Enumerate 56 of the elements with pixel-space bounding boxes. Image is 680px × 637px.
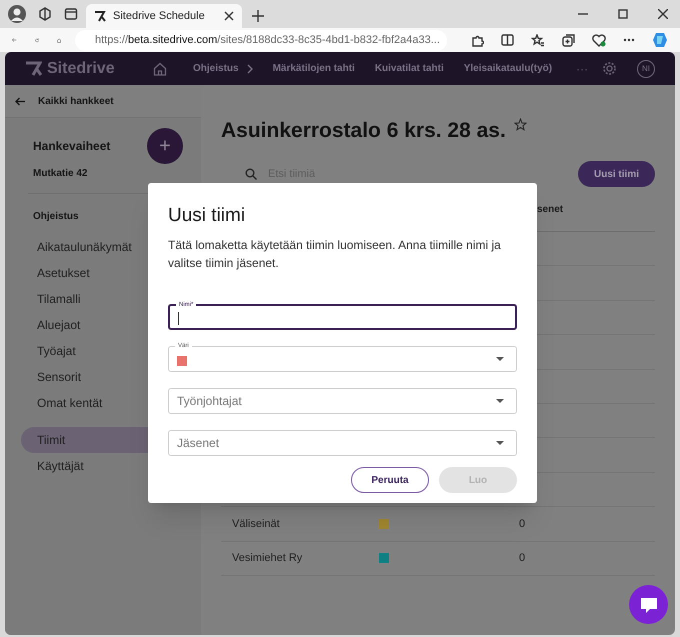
sitedrive-logo-icon <box>25 61 42 76</box>
collections-icon[interactable] <box>562 34 575 46</box>
chat-bubble-icon <box>638 596 658 614</box>
profile-avatar-icon[interactable] <box>8 5 26 23</box>
table-cell-text: 0 <box>519 516 526 532</box>
dropdown-arrow-icon <box>496 357 504 361</box>
address-bar[interactable]: https://beta.sitedrive.com/sites/8188dc33-8c35-4bd1-b832-fbf2a4a33... <box>74 30 447 50</box>
table-cell-text: 0 <box>519 551 526 566</box>
back-arrow-icon <box>15 96 26 106</box>
workspaces-icon[interactable] <box>38 7 52 21</box>
health-icon[interactable] <box>592 34 606 46</box>
table-cell-text: Vesimiehet Ry <box>231 551 304 566</box>
back-link[interactable]: Kaikki hankkeet <box>5 85 201 118</box>
maximize-icon[interactable] <box>618 9 628 19</box>
sitedrive-logo-icon <box>94 10 106 22</box>
nav-link[interactable]: Märkätilojen tahti <box>272 61 355 76</box>
new-tab-icon[interactable] <box>252 10 264 22</box>
copilot-icon[interactable] <box>652 32 668 48</box>
select-field[interactable]: Jäsenet <box>168 430 517 456</box>
project-phase-link[interactable]: Mutkatie 42 <box>5 166 88 181</box>
dropdown-arrow-icon <box>496 441 504 445</box>
chevron-right-icon <box>246 64 253 74</box>
select-field[interactable]: Työnjohtajat <box>168 388 517 414</box>
dialog-title: Uusi tiimi <box>168 205 246 227</box>
tab-actions-icon[interactable] <box>64 7 78 21</box>
column-header: senet <box>537 202 564 216</box>
logo-text: Sitedrive <box>47 58 115 78</box>
new-team-button[interactable]: Uusi tiimi <box>578 161 655 187</box>
section-heading: Hankevaiheet <box>33 138 112 155</box>
dialog-description: Tätä lomaketta käytetään tiimin luomiseen. Anna tiimille nimi ja valitse tiimin jäsenet. <box>168 237 502 272</box>
favorite-star-icon[interactable] <box>514 118 527 131</box>
extensions-icon[interactable] <box>470 34 484 46</box>
browser-tab[interactable]: Sitedrive Schedule <box>86 4 242 28</box>
user-avatar[interactable]: NI <box>637 60 655 78</box>
field-placeholder: Työnjohtajat <box>177 393 242 410</box>
close-icon[interactable] <box>224 11 234 21</box>
section-heading: Ohjeistus <box>32 210 79 224</box>
settings-icon[interactable] <box>602 61 617 76</box>
split-screen-icon[interactable] <box>500 34 514 46</box>
search-icon[interactable] <box>245 168 257 180</box>
more-icon[interactable] <box>622 38 635 42</box>
more-menu[interactable]: ··· <box>576 60 588 78</box>
nav-link[interactable]: Kuivatilat tahti <box>374 61 444 76</box>
nav-link[interactable]: Ohjeistus <box>193 61 253 76</box>
cancel-button[interactable]: Peruuta <box>351 467 429 493</box>
add-button[interactable]: + <box>147 128 183 164</box>
table-cell-text: Väliseinät <box>231 516 281 532</box>
home-icon[interactable] <box>153 62 167 76</box>
dropdown-arrow-icon <box>496 399 504 403</box>
page-title: Asuinkerrostalo 6 krs. 28 as. <box>221 118 506 144</box>
favorites-icon[interactable] <box>530 34 545 46</box>
close-icon[interactable] <box>658 9 668 19</box>
text-cursor <box>178 312 179 325</box>
tab-title: Sitedrive Schedule <box>113 8 206 24</box>
url-text: https://beta.sitedrive.com/sites/8188dc33-8c35-4bd1-b832-fbf2a4a33... <box>94 32 440 48</box>
nav-link[interactable]: Yleisaikataulu(työ) <box>464 61 552 76</box>
